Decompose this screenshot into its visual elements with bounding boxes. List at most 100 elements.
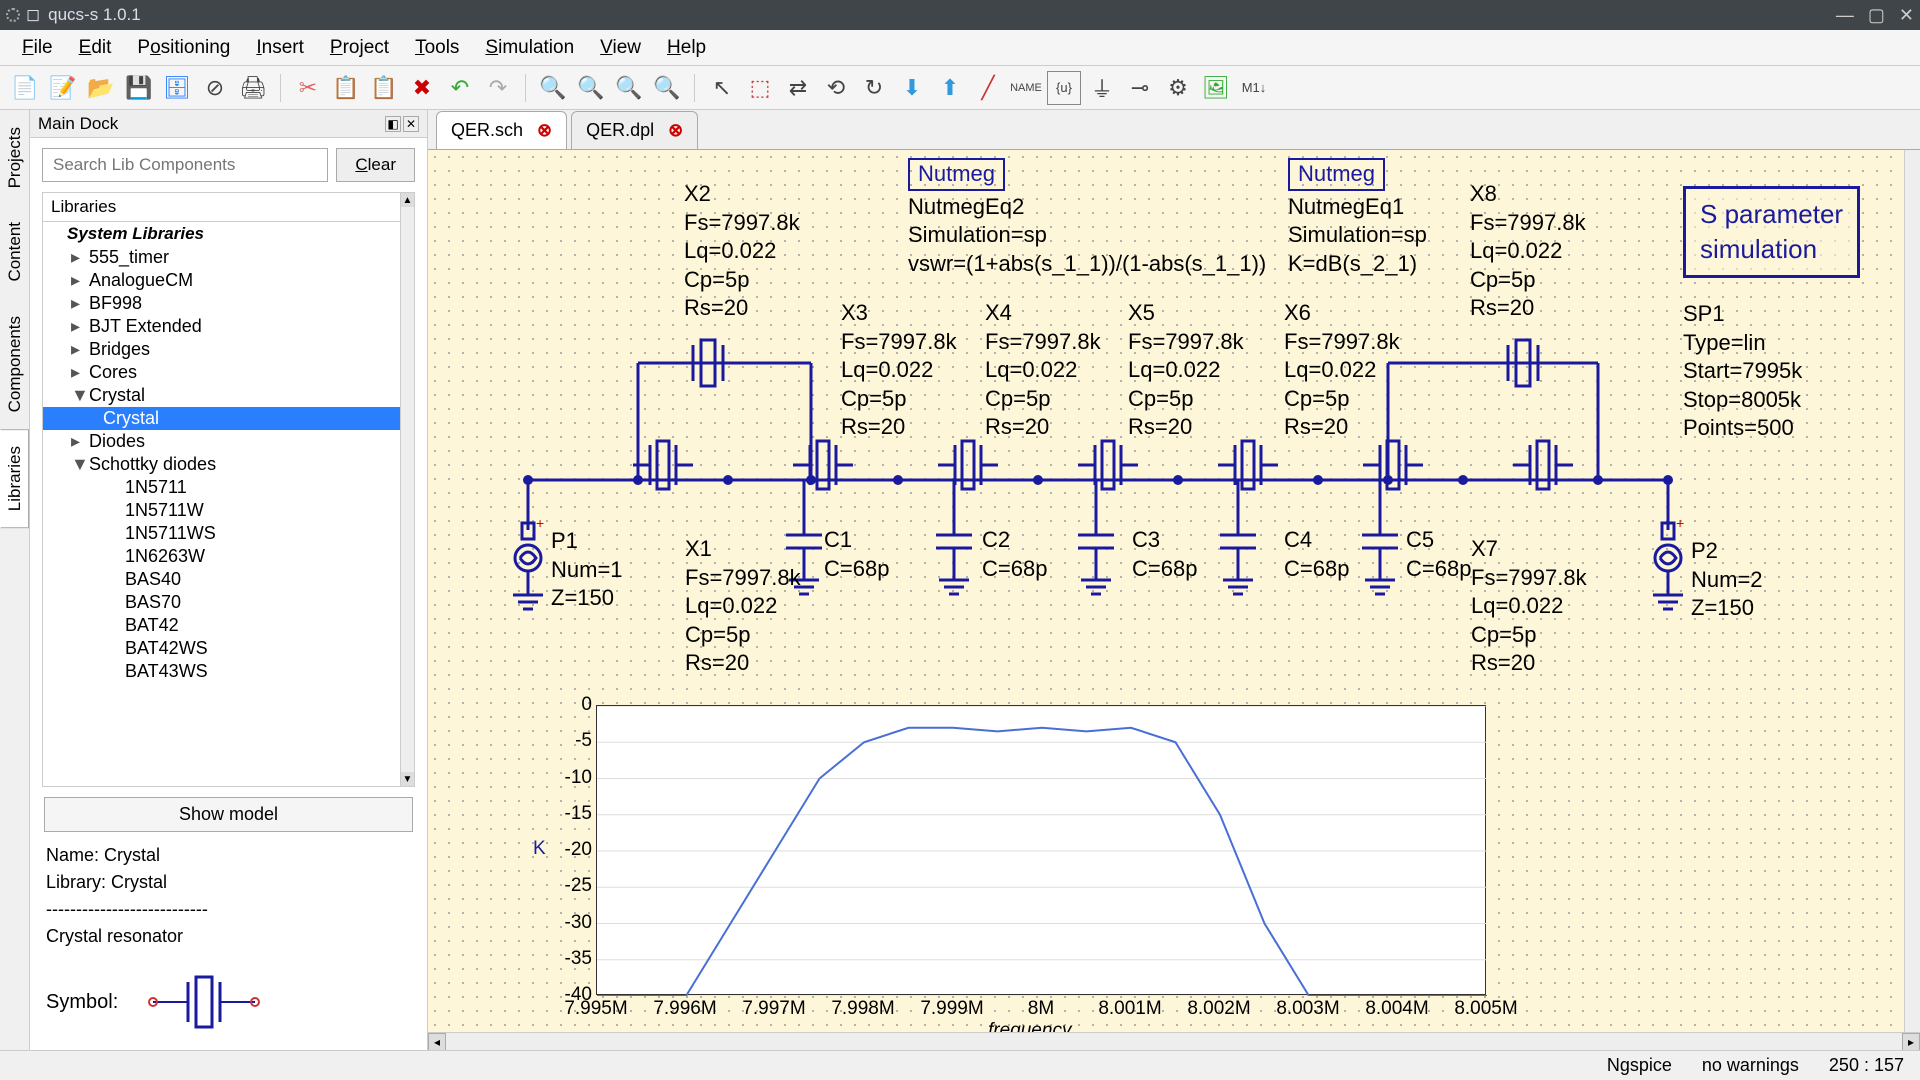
canvas-vscrollbar[interactable]	[1904, 150, 1920, 1032]
menu-project[interactable]: Project	[318, 33, 401, 63]
tree-item[interactable]: 1N5711WS	[43, 522, 414, 545]
new-text-icon[interactable]: 📝	[46, 71, 80, 105]
tree-item[interactable]: ▸Diodes	[43, 430, 414, 453]
name-label-icon[interactable]: NAME	[1009, 71, 1043, 105]
delete-icon[interactable]: ✖	[405, 71, 439, 105]
move-down-icon[interactable]: ⬇	[895, 71, 929, 105]
tab-qer-dpl[interactable]: QER.dpl ⊗	[571, 111, 698, 149]
search-input[interactable]	[42, 148, 328, 182]
canvas-hscrollbar[interactable]: ◂ ▸	[428, 1032, 1920, 1050]
response-plot[interactable]	[596, 705, 1486, 995]
paste-icon[interactable]: 📋	[367, 71, 401, 105]
copy-icon[interactable]: 📋	[329, 71, 363, 105]
redo-icon[interactable]: ↷	[481, 71, 515, 105]
print-icon[interactable]: 🖨	[236, 71, 270, 105]
tree-item[interactable]: BAS70	[43, 591, 414, 614]
tree-item[interactable]: BAT43WS	[43, 660, 414, 683]
tree-item[interactable]: ▸555_timer	[43, 246, 414, 269]
close-file-icon[interactable]: ⊘	[198, 71, 232, 105]
sidetab-components[interactable]: Components	[0, 299, 29, 429]
zoom-100-icon[interactable]: 🔍	[650, 71, 684, 105]
status-engine: Ngspice	[1607, 1055, 1672, 1076]
select-icon[interactable]: ↖	[705, 71, 739, 105]
save-icon[interactable]: 💾	[122, 71, 156, 105]
zoom-out-icon[interactable]: 🔍	[574, 71, 608, 105]
tree-item[interactable]: ▼Crystal	[43, 384, 414, 407]
menu-tools[interactable]: Tools	[403, 33, 471, 63]
tree-item[interactable]: 1N5711	[43, 476, 414, 499]
sidetab-content[interactable]: Content	[0, 205, 29, 299]
menu-help[interactable]: Help	[655, 33, 718, 63]
xtick: 7.996M	[650, 998, 720, 1020]
menu-edit[interactable]: Edit	[67, 33, 124, 63]
dock-title: Main Dock	[38, 114, 118, 134]
tree-item[interactable]: ▸BJT Extended	[43, 315, 414, 338]
comp-lib: Library: Crystal	[46, 869, 411, 896]
minimize-icon[interactable]: —	[1836, 5, 1854, 26]
close-icon[interactable]: ⊗	[537, 120, 552, 141]
xtal-label: X7 Fs=7997.8k Lq=0.022 Cp=5p Rs=20	[1471, 535, 1587, 678]
p1-label: P1 Num=1 Z=150	[551, 527, 623, 613]
tree-item[interactable]: ▸Cores	[43, 361, 414, 384]
rotate2-icon[interactable]: ↻	[857, 71, 891, 105]
menu-view[interactable]: View	[588, 33, 653, 63]
window-restore-icon[interactable]: ◻	[26, 5, 40, 25]
gear-icon[interactable]: ⚙	[1161, 71, 1195, 105]
menu-simulation[interactable]: Simulation	[473, 33, 586, 63]
open-icon[interactable]: 📂	[84, 71, 118, 105]
rotate-icon[interactable]: ⟲	[819, 71, 853, 105]
menu-positioning[interactable]: Positioning	[125, 33, 242, 63]
m1-icon[interactable]: M1↓	[1237, 71, 1271, 105]
zoom-in-icon[interactable]: 🔍	[536, 71, 570, 105]
library-tree[interactable]: Libraries System Libraries ▸555_timer▸An…	[42, 192, 415, 787]
tree-item[interactable]: ▸BF998	[43, 292, 414, 315]
status-warnings: no warnings	[1702, 1055, 1799, 1076]
dock-detach-icon[interactable]: ◧	[385, 116, 401, 132]
show-model-button[interactable]: Show model	[44, 797, 413, 832]
sidetab-projects[interactable]: Projects	[0, 110, 29, 205]
symbol-block: Symbol:	[46, 962, 411, 1042]
status-coords: 250 : 157	[1829, 1055, 1904, 1076]
zoom-fit-icon[interactable]: 🔍	[612, 71, 646, 105]
tree-item[interactable]: BAT42	[43, 614, 414, 637]
xtick: 8M	[1006, 998, 1076, 1020]
tree-item[interactable]: 1N6263W	[43, 545, 414, 568]
clear-button[interactable]: Clear	[336, 148, 415, 182]
menu-file[interactable]: File	[10, 33, 65, 63]
tree-scrollbar[interactable]: ▲ ▼	[400, 193, 414, 786]
tree-item[interactable]: Crystal	[43, 407, 414, 430]
work-area: QER.sch ⊗ QER.dpl ⊗	[428, 110, 1920, 1050]
save-all-icon[interactable]: 🗄	[160, 71, 194, 105]
close-window-icon[interactable]: ✕	[1899, 5, 1914, 26]
schematic-canvas[interactable]: + +	[428, 150, 1920, 1032]
xtal-label: X6 Fs=7997.8k Lq=0.022 Cp=5p Rs=20	[1284, 299, 1400, 442]
tree-item[interactable]: ▸Bridges	[43, 338, 414, 361]
new-file-icon[interactable]: 📄	[8, 71, 42, 105]
port-icon[interactable]: ⊸	[1123, 71, 1157, 105]
svg-text:+: +	[1676, 515, 1684, 531]
tree-item[interactable]: BAT42WS	[43, 637, 414, 660]
tab-qer-sch[interactable]: QER.sch ⊗	[436, 111, 567, 149]
xtick: 8.001M	[1095, 998, 1165, 1020]
tree-item[interactable]: 1N5711W	[43, 499, 414, 522]
image-icon[interactable]: 🖼	[1199, 71, 1233, 105]
menu-insert[interactable]: Insert	[244, 33, 316, 63]
tree-item[interactable]: ▼Schottky diodes	[43, 453, 414, 476]
xtick: 8.004M	[1362, 998, 1432, 1020]
maximize-icon[interactable]: ▢	[1868, 5, 1885, 26]
tree-item[interactable]: ▸AnalogueCM	[43, 269, 414, 292]
tree-item[interactable]: BAS40	[43, 568, 414, 591]
eqn-icon[interactable]: {u}	[1047, 71, 1081, 105]
wire-icon[interactable]: ╱	[971, 71, 1005, 105]
move-up-icon[interactable]: ⬆	[933, 71, 967, 105]
ground-icon[interactable]: ⏚	[1085, 71, 1119, 105]
cut-icon[interactable]: ✂	[291, 71, 325, 105]
close-icon[interactable]: ⊗	[668, 120, 683, 141]
dock-close-icon[interactable]: ✕	[403, 116, 419, 132]
marker-icon[interactable]: ⬚	[743, 71, 777, 105]
undo-icon[interactable]: ↶	[443, 71, 477, 105]
mirror-icon[interactable]: ⇄	[781, 71, 815, 105]
xtick: 8.002M	[1184, 998, 1254, 1020]
ytick: -15	[556, 803, 592, 825]
sidetab-libraries[interactable]: Libraries	[0, 429, 29, 528]
